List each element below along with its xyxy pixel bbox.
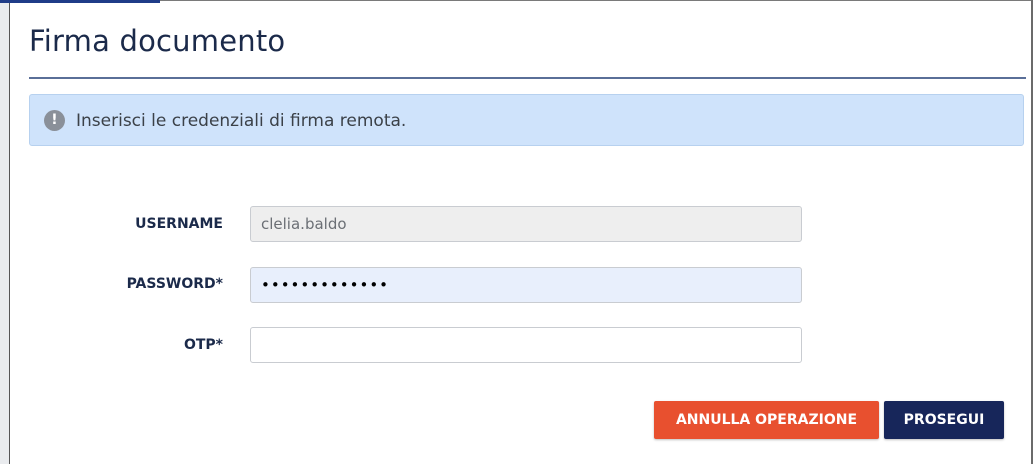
background-edge — [0, 0, 10, 464]
otp-label: OTP* — [183, 337, 223, 353]
password-label: PASSWORD* — [126, 276, 223, 292]
dialog-title: Firma documento — [29, 24, 286, 58]
title-divider — [29, 77, 1026, 79]
username-field[interactable] — [250, 206, 802, 242]
username-label: USERNAME — [135, 216, 223, 232]
password-field[interactable] — [250, 267, 802, 303]
exclamation-icon: ! — [44, 110, 65, 131]
otp-field[interactable] — [250, 327, 802, 363]
continue-button[interactable]: PROSEGUI — [884, 401, 1004, 439]
top-border — [160, 0, 1033, 1]
signing-dialog: Firma documento ! Inserisci le credenzia… — [0, 0, 1033, 464]
alert-message: Inserisci le credenziali di firma remota… — [76, 111, 407, 131]
header-accent — [0, 0, 160, 3]
cancel-operation-button[interactable]: ANNULLA OPERAZIONE — [654, 401, 879, 439]
info-alert: ! Inserisci le credenziali di firma remo… — [29, 94, 1024, 146]
